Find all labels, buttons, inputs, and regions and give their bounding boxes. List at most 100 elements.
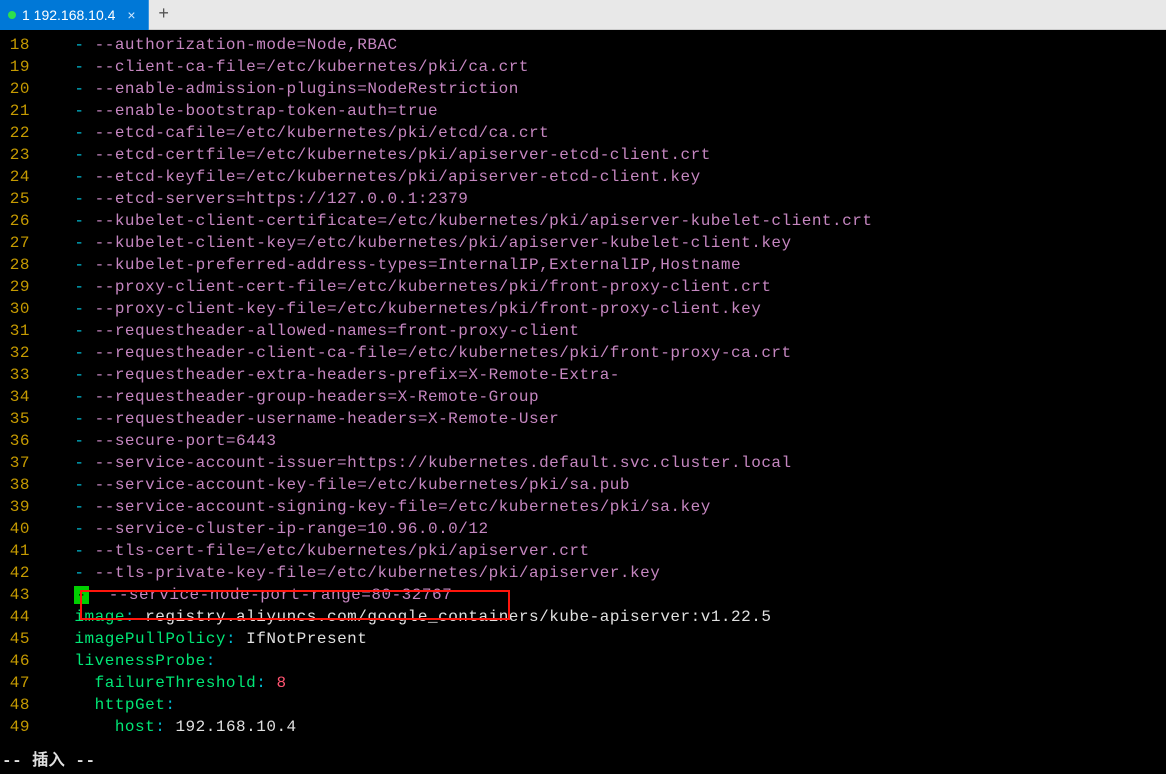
- line-number: 22: [0, 122, 34, 144]
- code-line: 49 host: 192.168.10.4: [0, 716, 1166, 738]
- line-content: - --requestheader-extra-headers-prefix=X…: [34, 364, 620, 386]
- line-number: 48: [0, 694, 34, 716]
- line-number: 47: [0, 672, 34, 694]
- line-number: 29: [0, 276, 34, 298]
- line-number: 41: [0, 540, 34, 562]
- line-number: 33: [0, 364, 34, 386]
- code-line: 34 - --requestheader-group-headers=X-Rem…: [0, 386, 1166, 408]
- line-number: 30: [0, 298, 34, 320]
- line-number: 42: [0, 562, 34, 584]
- line-content: - --service-cluster-ip-range=10.96.0.0/1…: [34, 518, 489, 540]
- line-content: - --authorization-mode=Node,RBAC: [34, 34, 398, 56]
- line-number: 19: [0, 56, 34, 78]
- line-number: 20: [0, 78, 34, 100]
- code-line: 25 - --etcd-servers=https://127.0.0.1:23…: [0, 188, 1166, 210]
- code-line: 31 - --requestheader-allowed-names=front…: [0, 320, 1166, 342]
- code-line: 21 - --enable-bootstrap-token-auth=true: [0, 100, 1166, 122]
- line-number: 21: [0, 100, 34, 122]
- line-content: livenessProbe:: [34, 650, 216, 672]
- line-number: 35: [0, 408, 34, 430]
- line-content: - --requestheader-group-headers=X-Remote…: [34, 386, 539, 408]
- line-content: - --enable-admission-plugins=NodeRestric…: [34, 78, 519, 100]
- line-content: - --requestheader-client-ca-file=/etc/ku…: [34, 342, 792, 364]
- code-line: 41 - --tls-cert-file=/etc/kubernetes/pki…: [0, 540, 1166, 562]
- line-content: host: 192.168.10.4: [34, 716, 297, 738]
- line-number: 24: [0, 166, 34, 188]
- line-number: 37: [0, 452, 34, 474]
- code-line: 38 - --service-account-key-file=/etc/kub…: [0, 474, 1166, 496]
- tab-title: 1 192.168.10.4: [22, 7, 115, 23]
- line-number: 36: [0, 430, 34, 452]
- code-line: 23 - --etcd-certfile=/etc/kubernetes/pki…: [0, 144, 1166, 166]
- line-content: - --client-ca-file=/etc/kubernetes/pki/c…: [34, 56, 529, 78]
- line-number: 26: [0, 210, 34, 232]
- code-line: 18 - --authorization-mode=Node,RBAC: [0, 34, 1166, 56]
- line-content: - --enable-bootstrap-token-auth=true: [34, 100, 438, 122]
- code-line: 30 - --proxy-client-key-file=/etc/kubern…: [0, 298, 1166, 320]
- line-number: 43: [0, 584, 34, 606]
- line-number: 32: [0, 342, 34, 364]
- line-number: 28: [0, 254, 34, 276]
- line-number: 34: [0, 386, 34, 408]
- line-number: 23: [0, 144, 34, 166]
- line-number: 27: [0, 232, 34, 254]
- line-number: 25: [0, 188, 34, 210]
- tab-bar: 1 192.168.10.4 × +: [0, 0, 1166, 30]
- line-content: - --proxy-client-cert-file=/etc/kubernet…: [34, 276, 771, 298]
- line-number: 46: [0, 650, 34, 672]
- line-number: 18: [0, 34, 34, 56]
- code-line: 26 - --kubelet-client-certificate=/etc/k…: [0, 210, 1166, 232]
- vim-mode-indicator: -- 插入 --: [2, 750, 96, 772]
- line-content: - --service-account-issuer=https://kuber…: [34, 452, 792, 474]
- line-content: - --secure-port=6443: [34, 430, 276, 452]
- line-content: - --kubelet-client-certificate=/etc/kube…: [34, 210, 872, 232]
- code-line: 44 image: registry.aliyuncs.com/google_c…: [0, 606, 1166, 628]
- close-icon[interactable]: ×: [127, 7, 135, 23]
- line-content: - --requestheader-username-headers=X-Rem…: [34, 408, 559, 430]
- line-content: - --etcd-servers=https://127.0.0.1:2379: [34, 188, 468, 210]
- line-content: image: registry.aliyuncs.com/google_cont…: [34, 606, 771, 628]
- line-content: - --etcd-cafile=/etc/kubernetes/pki/etcd…: [34, 122, 549, 144]
- line-content: - --etcd-keyfile=/etc/kubernetes/pki/api…: [34, 166, 701, 188]
- code-line: 36 - --secure-port=6443: [0, 430, 1166, 452]
- code-line: 47 failureThreshold: 8: [0, 672, 1166, 694]
- line-content: imagePullPolicy: IfNotPresent: [34, 628, 367, 650]
- new-tab-button[interactable]: +: [149, 0, 179, 30]
- code-line: 24 - --etcd-keyfile=/etc/kubernetes/pki/…: [0, 166, 1166, 188]
- line-content: - --etcd-certfile=/etc/kubernetes/pki/ap…: [34, 144, 711, 166]
- terminal[interactable]: 18 - --authorization-mode=Node,RBAC19 - …: [0, 30, 1166, 774]
- code-line: 35 - --requestheader-username-headers=X-…: [0, 408, 1166, 430]
- code-line: 45 imagePullPolicy: IfNotPresent: [0, 628, 1166, 650]
- line-number: 49: [0, 716, 34, 738]
- code-line: 33 - --requestheader-extra-headers-prefi…: [0, 364, 1166, 386]
- line-number: 40: [0, 518, 34, 540]
- line-number: 44: [0, 606, 34, 628]
- line-content: - --service-account-key-file=/etc/kubern…: [34, 474, 630, 496]
- code-line: 29 - --proxy-client-cert-file=/etc/kuber…: [0, 276, 1166, 298]
- line-content: - --service-account-signing-key-file=/et…: [34, 496, 711, 518]
- line-content: - --tls-private-key-file=/etc/kubernetes…: [34, 562, 660, 584]
- line-number: 38: [0, 474, 34, 496]
- line-content: - --requestheader-allowed-names=front-pr…: [34, 320, 579, 342]
- code-line: 28 - --kubelet-preferred-address-types=I…: [0, 254, 1166, 276]
- code-line: 39 - --service-account-signing-key-file=…: [0, 496, 1166, 518]
- line-number: 31: [0, 320, 34, 342]
- line-number: 39: [0, 496, 34, 518]
- line-content: - --proxy-client-key-file=/etc/kubernete…: [34, 298, 761, 320]
- code-line: 27 - --kubelet-client-key=/etc/kubernete…: [0, 232, 1166, 254]
- line-content: - --service-node-port-range=80-32767: [34, 584, 452, 606]
- status-dot-icon: [8, 11, 16, 19]
- code-line: 40 - --service-cluster-ip-range=10.96.0.…: [0, 518, 1166, 540]
- code-line: 43 - --service-node-port-range=80-32767: [0, 584, 1166, 606]
- code-line: 20 - --enable-admission-plugins=NodeRest…: [0, 78, 1166, 100]
- code-line: 22 - --etcd-cafile=/etc/kubernetes/pki/e…: [0, 122, 1166, 144]
- code-line: 48 httpGet:: [0, 694, 1166, 716]
- line-content: failureThreshold: 8: [34, 672, 287, 694]
- tab-active[interactable]: 1 192.168.10.4 ×: [0, 0, 149, 30]
- line-content: httpGet:: [34, 694, 175, 716]
- line-number: 45: [0, 628, 34, 650]
- code-line: 46 livenessProbe:: [0, 650, 1166, 672]
- code-line: 32 - --requestheader-client-ca-file=/etc…: [0, 342, 1166, 364]
- code-line: 37 - --service-account-issuer=https://ku…: [0, 452, 1166, 474]
- line-content: - --tls-cert-file=/etc/kubernetes/pki/ap…: [34, 540, 590, 562]
